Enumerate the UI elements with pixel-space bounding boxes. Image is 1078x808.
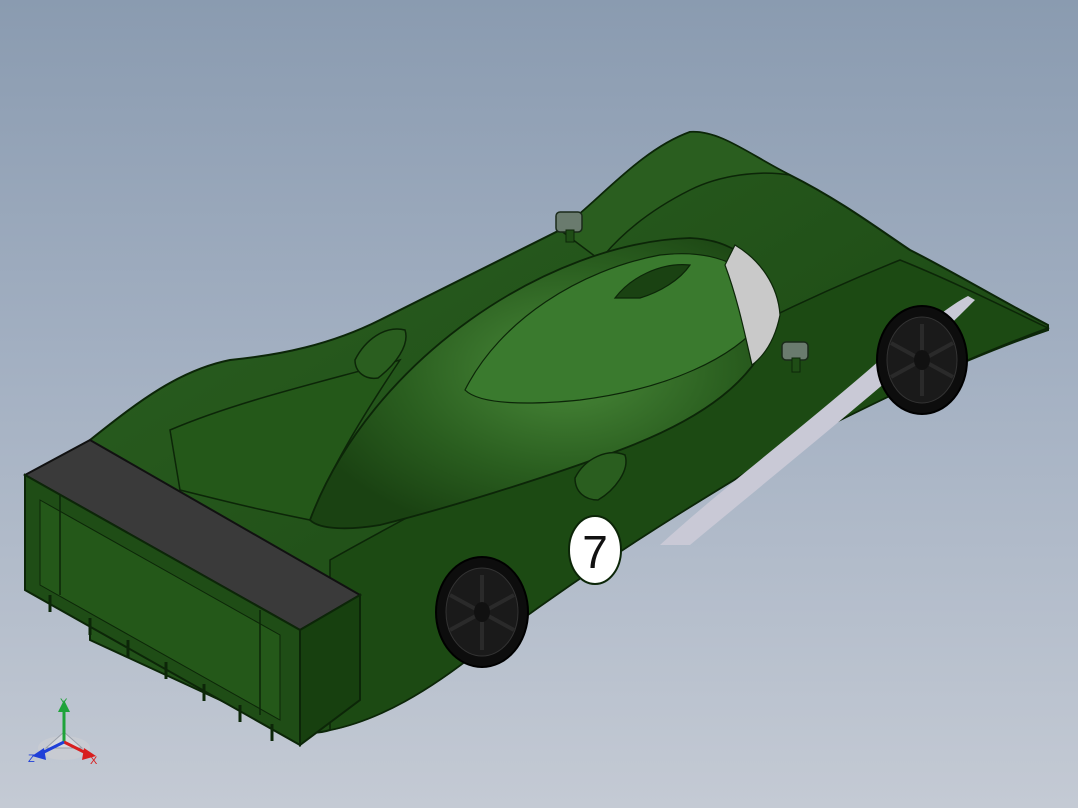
graphics-viewport[interactable]: 7 Y X Z [0,0,1078,808]
x-axis-label: X [90,755,98,767]
car-model[interactable]: 7 [0,0,1078,808]
z-axis-label: Z [28,753,35,765]
race-number-roundel: 7 [568,515,622,585]
rear-wheel[interactable] [435,556,529,668]
front-wheel[interactable] [876,305,968,415]
race-number: 7 [582,526,608,578]
y-axis-label: Y [60,697,68,709]
view-triad[interactable]: Y X Z [24,690,104,770]
